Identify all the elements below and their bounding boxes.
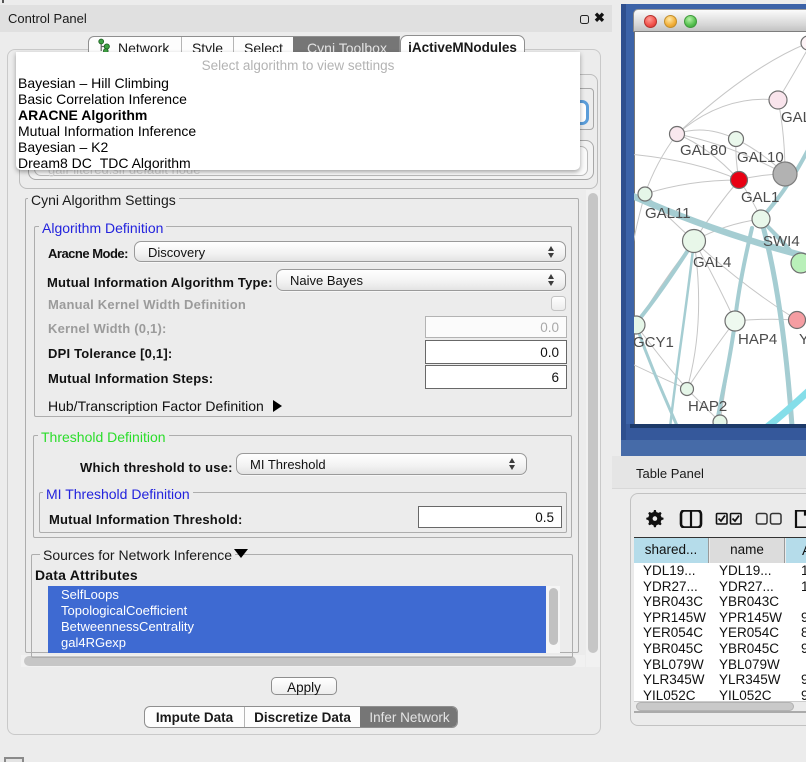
- svg-text:GAL11: GAL11: [645, 205, 691, 222]
- svg-text:SWI4: SWI4: [763, 233, 800, 250]
- svg-text:GAL10: GAL10: [737, 149, 784, 166]
- svg-text:GAL2: GAL2: [781, 109, 806, 126]
- svg-text:GAL4: GAL4: [693, 254, 731, 271]
- svg-text:GAL80: GAL80: [680, 142, 727, 159]
- svg-text:HAP4: HAP4: [738, 331, 777, 348]
- svg-text:Y: Y: [799, 331, 806, 348]
- svg-text:GAL1: GAL1: [741, 189, 779, 206]
- svg-text:HAP2: HAP2: [688, 398, 727, 415]
- svg-text:GCY1: GCY1: [634, 334, 674, 351]
